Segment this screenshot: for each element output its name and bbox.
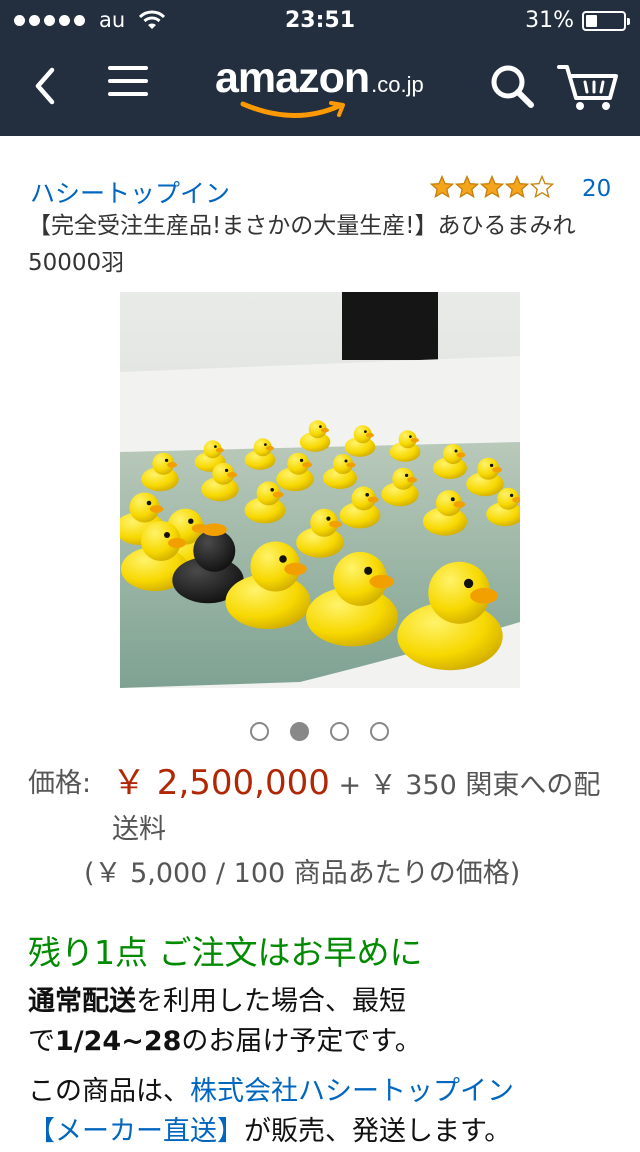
- battery-icon: [582, 10, 630, 31]
- logo-tld: .co.jp: [371, 72, 424, 97]
- price-value: ￥ 2,500,000: [112, 763, 330, 803]
- status-right: 31%: [525, 8, 630, 33]
- price-label: 価格:: [28, 768, 92, 799]
- pager-dot[interactable]: [330, 722, 349, 741]
- product-image[interactable]: [120, 292, 520, 688]
- cart-icon[interactable]: [556, 60, 620, 112]
- delivery-method: 通常配送: [28, 986, 136, 1017]
- search-icon[interactable]: [488, 62, 536, 110]
- maker-direct-link[interactable]: 【メーカー直送】: [28, 1116, 244, 1147]
- delivery-prefix: で: [28, 1026, 55, 1057]
- star-filled-icon: [430, 175, 454, 199]
- delivery-lead: を利用した場合、最短: [136, 986, 406, 1017]
- navigation-bar: amazon.co.jp: [0, 40, 640, 136]
- star-filled-icon: [505, 175, 529, 199]
- amazon-logo[interactable]: amazon.co.jp: [215, 54, 435, 119]
- logo-smile-icon: [240, 101, 345, 119]
- logo-word: amazon: [215, 54, 370, 102]
- seller-info: この商品は、株式会社ハシートップイン 【メーカー直送】が販売、発送します。: [28, 1072, 628, 1152]
- review-count[interactable]: 20: [582, 176, 611, 202]
- star-rating[interactable]: [430, 175, 554, 199]
- product-title: 【完全受注生産品!まさかの大量生産!】あひるまみれ50000羽: [28, 213, 576, 276]
- pager-dot[interactable]: [370, 722, 389, 741]
- unit-price: (￥ 5,000 / 100 商品あたりの価格): [84, 858, 521, 889]
- delivery-date: 1/24~28: [55, 1026, 182, 1057]
- battery-percent: 31%: [525, 8, 574, 33]
- delivery-info: 通常配送を利用した場合、最短 で1/24~28のお届け予定です。: [28, 982, 608, 1062]
- rubber-ducks-photo: [120, 292, 520, 688]
- star-filled-icon: [455, 175, 479, 199]
- star-empty-icon: [530, 175, 554, 199]
- status-bar: au 23:51 31%: [0, 0, 640, 40]
- back-arrow-icon[interactable]: [28, 62, 68, 110]
- stock-status: 残り1点 ご注文はお早めに: [28, 933, 423, 972]
- delivery-suffix: のお届け予定です。: [181, 1026, 422, 1057]
- brand-rating-row: ハシートップイン 20: [30, 174, 615, 208]
- menu-icon[interactable]: [108, 66, 148, 106]
- star-filled-icon: [480, 175, 504, 199]
- seller-link[interactable]: 株式会社ハシートップイン: [190, 1076, 514, 1107]
- seller-prefix: この商品は、: [28, 1076, 190, 1107]
- pager-dot[interactable]: [290, 722, 309, 741]
- pager-dot[interactable]: [250, 722, 269, 741]
- seller-suffix: が販売、発送します。: [244, 1116, 512, 1147]
- image-pager[interactable]: [250, 722, 389, 741]
- price-lines: ￥ 2,500,000 + ￥ 350 関東への配送料: [112, 761, 618, 852]
- brand-link[interactable]: ハシートップイン: [30, 174, 230, 210]
